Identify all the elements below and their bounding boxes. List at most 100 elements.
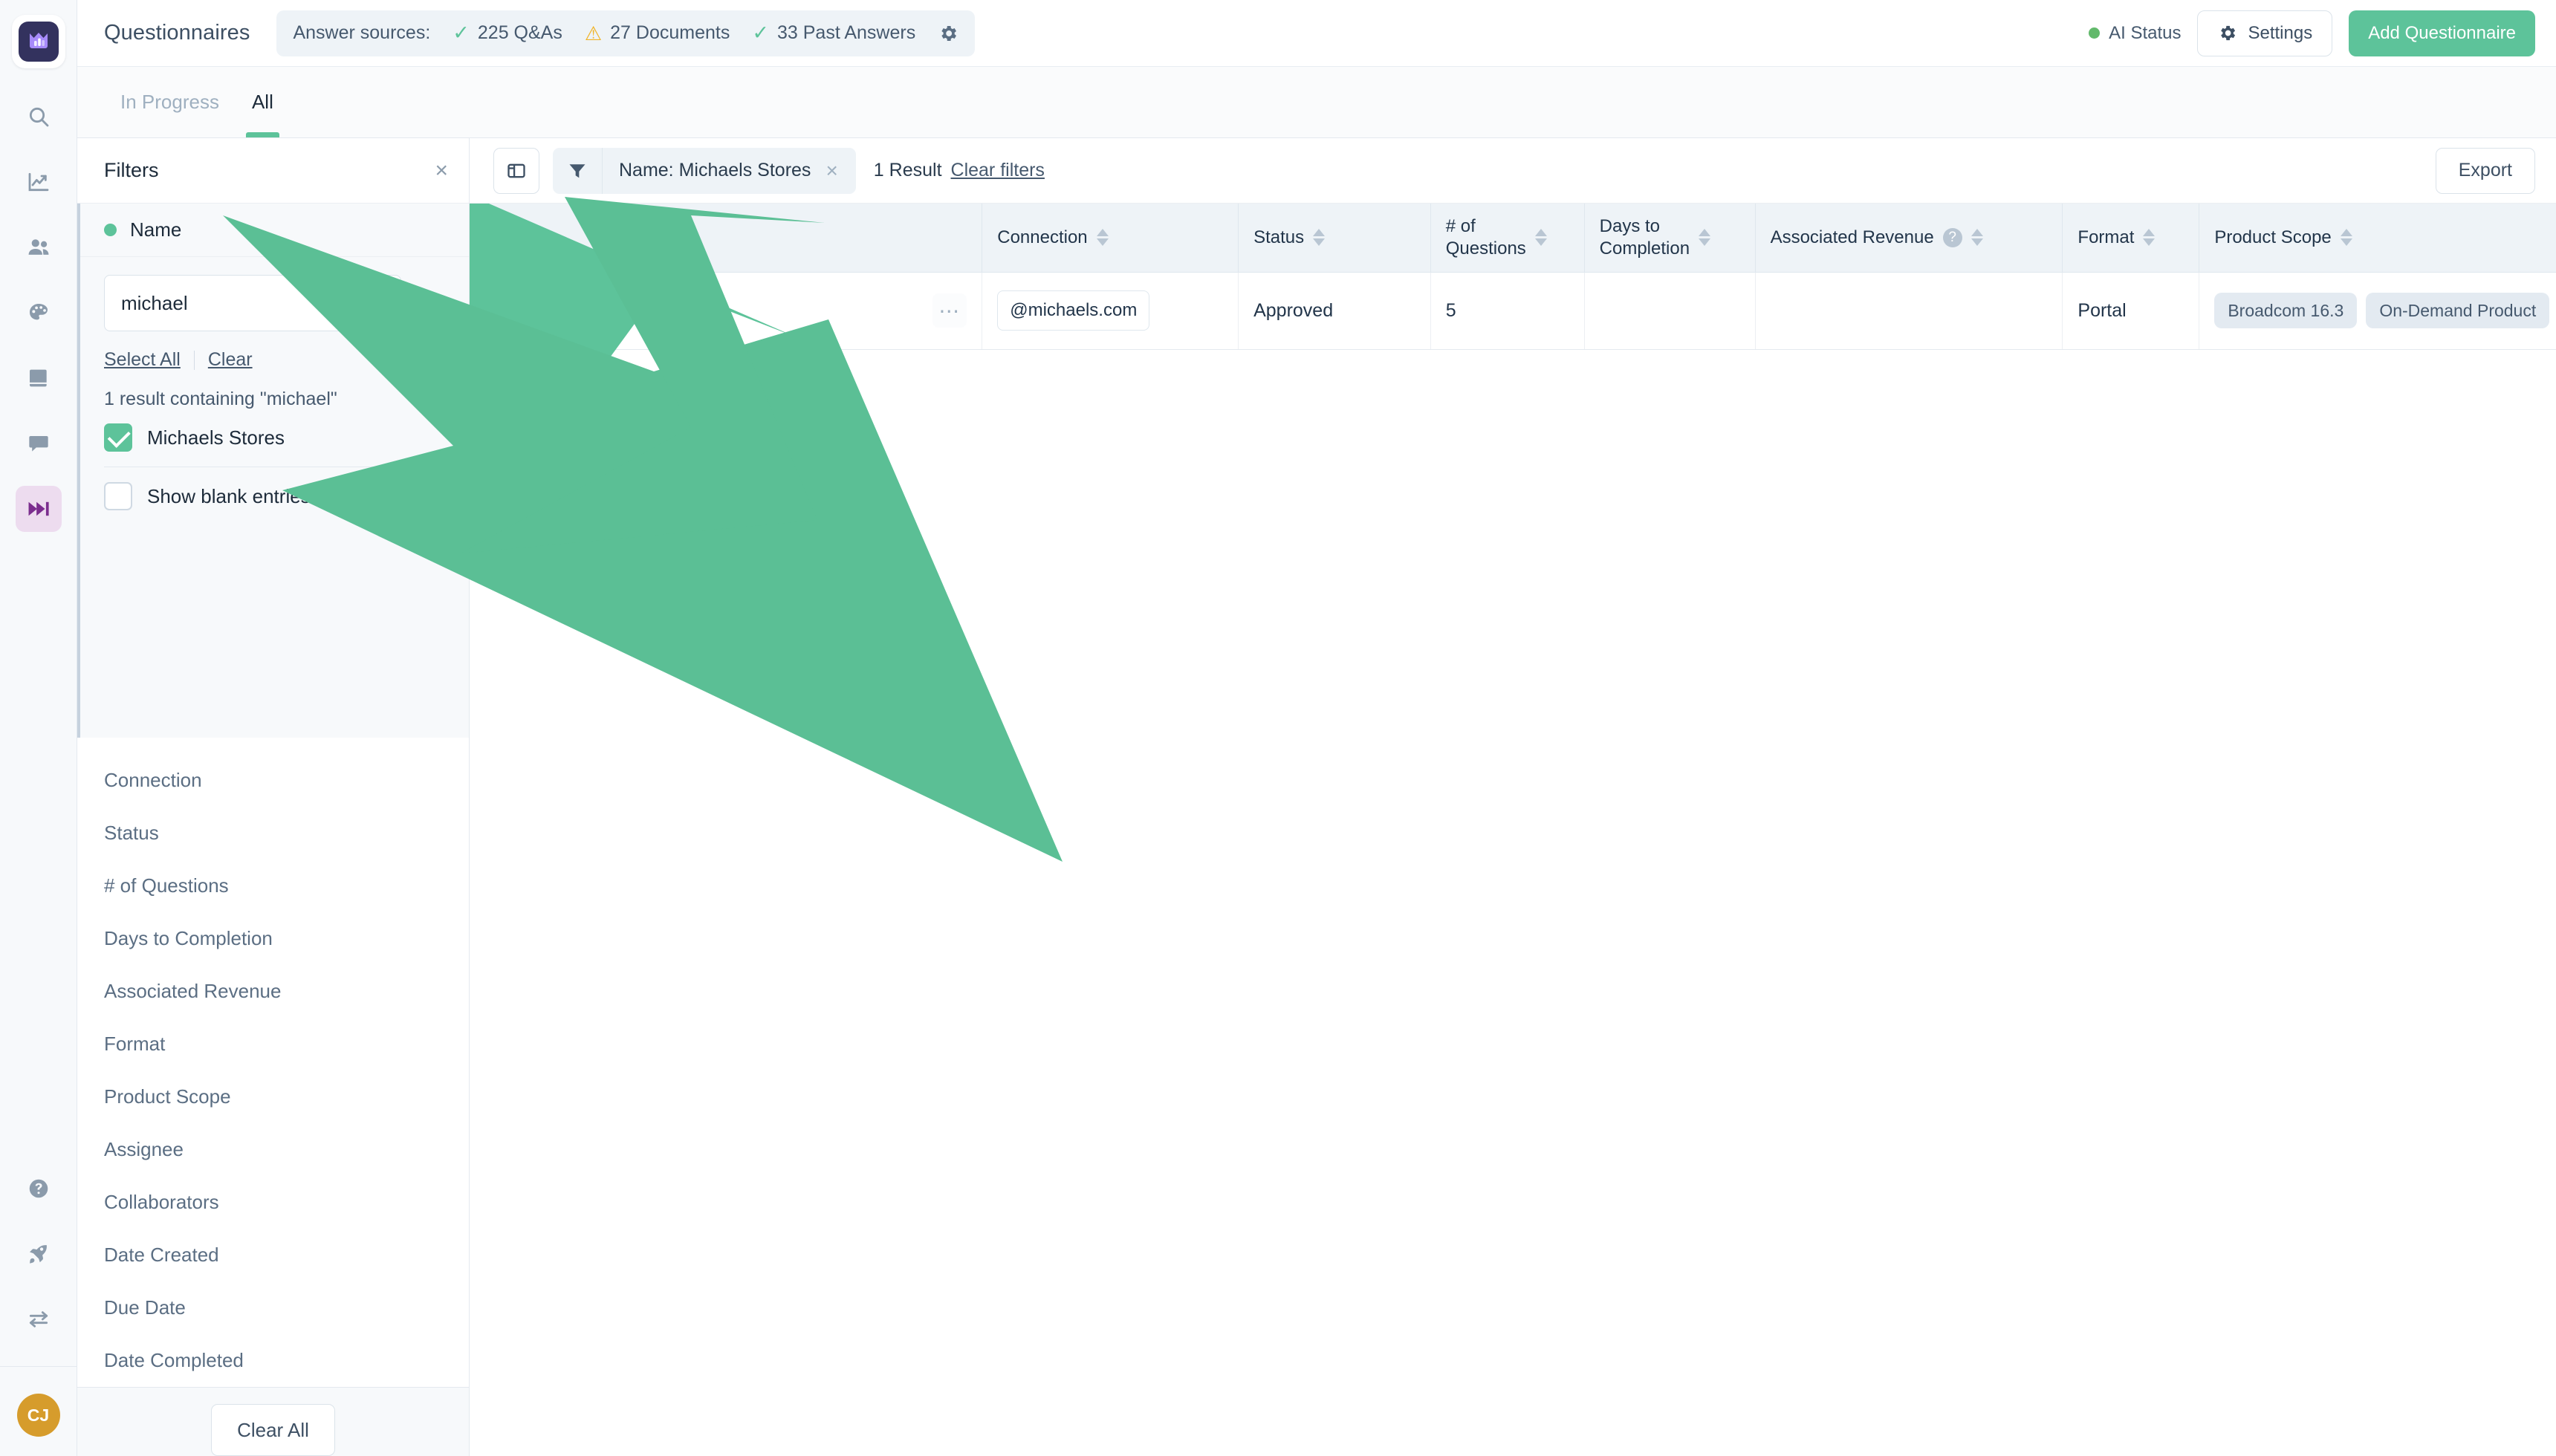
rocket-icon[interactable] [16,1231,62,1277]
filter-item-format[interactable]: Format [77,1018,469,1070]
answer-source-documents[interactable]: ⚠ 27 Documents [585,22,730,44]
filter-item-due-date[interactable]: Due Date [77,1281,469,1334]
ai-status[interactable]: AI Status [2089,23,2181,44]
settings-button[interactable]: Settings [2197,10,2333,56]
analytics-icon[interactable] [16,159,62,205]
help-icon[interactable]: ? [1942,227,1962,247]
search-icon[interactable] [16,94,62,140]
filter-funnel-icon[interactable] [553,148,602,194]
filter-item-date-completed[interactable]: Date Completed [77,1334,469,1387]
sort-icon[interactable] [1096,229,1109,247]
table-row[interactable]: Michaels Stores ⋯ @michaels.com Approved… [470,272,2556,350]
help-circle-icon[interactable] [16,1166,62,1212]
filter-item-status[interactable]: Status [77,807,469,859]
export-button[interactable]: Export [2435,147,2535,194]
cell-days-to-completion [1584,272,1756,350]
filter-item-days-to-completion[interactable]: Days to Completion [77,912,469,965]
filter-option-show-blank[interactable]: Show blank entries [104,469,445,524]
checkbox-checked-icon[interactable] [104,423,132,452]
filter-item-date-created[interactable]: Date Created [77,1229,469,1281]
filter-body-spacer [104,524,445,717]
filter-item-product-scope[interactable]: Product Scope [77,1070,469,1123]
palette-icon[interactable] [16,290,62,336]
filters-footer: Clear All [77,1387,469,1456]
answer-source-qas[interactable]: ✓ 225 Q&As [453,22,562,44]
transfer-icon[interactable] [16,1296,62,1342]
cell-status: Approved [1238,272,1431,350]
filter-item-num-questions[interactable]: # of Questions [77,859,469,912]
annotation-arrows [470,204,797,550]
column-label: Associated Revenue [1770,227,1934,248]
sort-icon[interactable] [2340,229,2352,247]
filter-item-connection[interactable]: Connection [77,754,469,807]
column-header-name[interactable]: Name [470,204,983,273]
columns-layout-icon[interactable] [493,147,539,194]
filter-option-label: Michaels Stores [147,426,285,449]
filters-panel: Filters × Name Select All Clear [77,138,470,1456]
questionnaire-name-link[interactable]: Michaels Stores [484,300,617,322]
table-toolbar: Name: Michaels Stores × 1 Result Clear f… [470,138,2556,204]
connection-pill[interactable]: @michaels.com [997,290,1150,331]
show-blank-label: Show blank entries [147,484,311,507]
column-header-status[interactable]: Status [1238,204,1431,273]
check-icon: ✓ [453,22,470,44]
user-avatar[interactable]: CJ [16,1394,60,1437]
column-header-format[interactable]: Format [2062,204,2200,273]
main-column: Questionnaires Answer sources: ✓ 225 Q&A… [77,0,2556,1456]
app-logo[interactable] [11,15,65,68]
filter-item-assignee[interactable]: Assignee [77,1123,469,1176]
column-header-days-to-completion[interactable]: Days to Completion [1584,204,1756,273]
column-header-num-questions[interactable]: # of Questions [1430,204,1585,273]
link-divider [193,350,195,370]
product-scope-tags: Broadcom 16.3 On-Demand Product On-prem … [2214,293,2556,328]
column-header-product-scope[interactable]: Product Scope [2199,204,2556,273]
sort-icon[interactable] [541,229,554,247]
tag: Broadcom 16.3 [2214,293,2358,328]
select-all-link[interactable]: Select All [104,349,181,371]
table-container[interactable]: Name Connection Status # of Questions Da… [470,204,2556,1456]
filter-item-collaborators[interactable]: Collaborators [77,1176,469,1229]
sort-icon[interactable] [1699,229,1711,247]
people-icon[interactable] [16,224,62,270]
answer-sources-settings-icon[interactable] [938,23,958,44]
sidebar-item-questionnaires[interactable] [15,486,62,532]
sort-icon[interactable] [1970,229,1983,247]
close-icon[interactable]: × [435,159,448,182]
cell-associated-revenue [1755,272,2063,350]
sort-icon[interactable] [2143,229,2156,247]
book-icon[interactable] [16,355,62,401]
clear-filters-link[interactable]: Clear filters [951,160,1045,181]
ai-status-label: AI Status [2109,22,2182,43]
cell-format: Portal [2062,272,2200,350]
add-questionnaire-button[interactable]: Add Questionnaire [2349,10,2535,56]
filter-group-name-header[interactable]: Name [80,204,469,257]
filter-result-count: 1 result containing "michael" [104,389,337,409]
close-icon[interactable]: × [825,160,837,181]
answer-source-past-answers[interactable]: ✓ 33 Past Answers [752,22,915,44]
column-header-connection[interactable]: Connection [982,204,1239,273]
filter-search-input[interactable] [104,275,401,331]
clear-link[interactable]: Clear [208,349,253,371]
sort-icon[interactable] [1313,229,1326,247]
clear-all-button[interactable]: Clear All [211,1404,335,1456]
status-dot-icon [2089,27,2101,39]
filter-option-michaels-stores[interactable]: Michaels Stores [104,410,445,465]
app-logo-icon [18,22,59,62]
more-horizontal-icon[interactable]: ⋯ [932,293,967,328]
active-filter-dot-icon [104,224,117,236]
filter-item-associated-revenue[interactable]: Associated Revenue [77,965,469,1018]
gear-icon [2217,23,2237,43]
table-head: Name Connection Status # of Questions Da… [470,204,2556,273]
column-header-associated-revenue[interactable]: Associated Revenue ? [1755,204,2063,273]
tab-in-progress[interactable]: In Progress [104,67,236,137]
filters-header: Filters × [77,138,469,204]
column-label: Days to Completion [1599,216,1690,259]
column-label: Status [1253,227,1305,248]
result-count: 1 Result [873,160,942,181]
sort-icon[interactable] [1534,229,1547,247]
cell-connection: @michaels.com [982,272,1239,350]
rail-bottom-icons: CJ [0,1166,77,1456]
tab-all[interactable]: All [236,67,290,137]
chat-icon[interactable] [16,420,62,467]
checkbox-unchecked-icon[interactable] [104,482,132,510]
